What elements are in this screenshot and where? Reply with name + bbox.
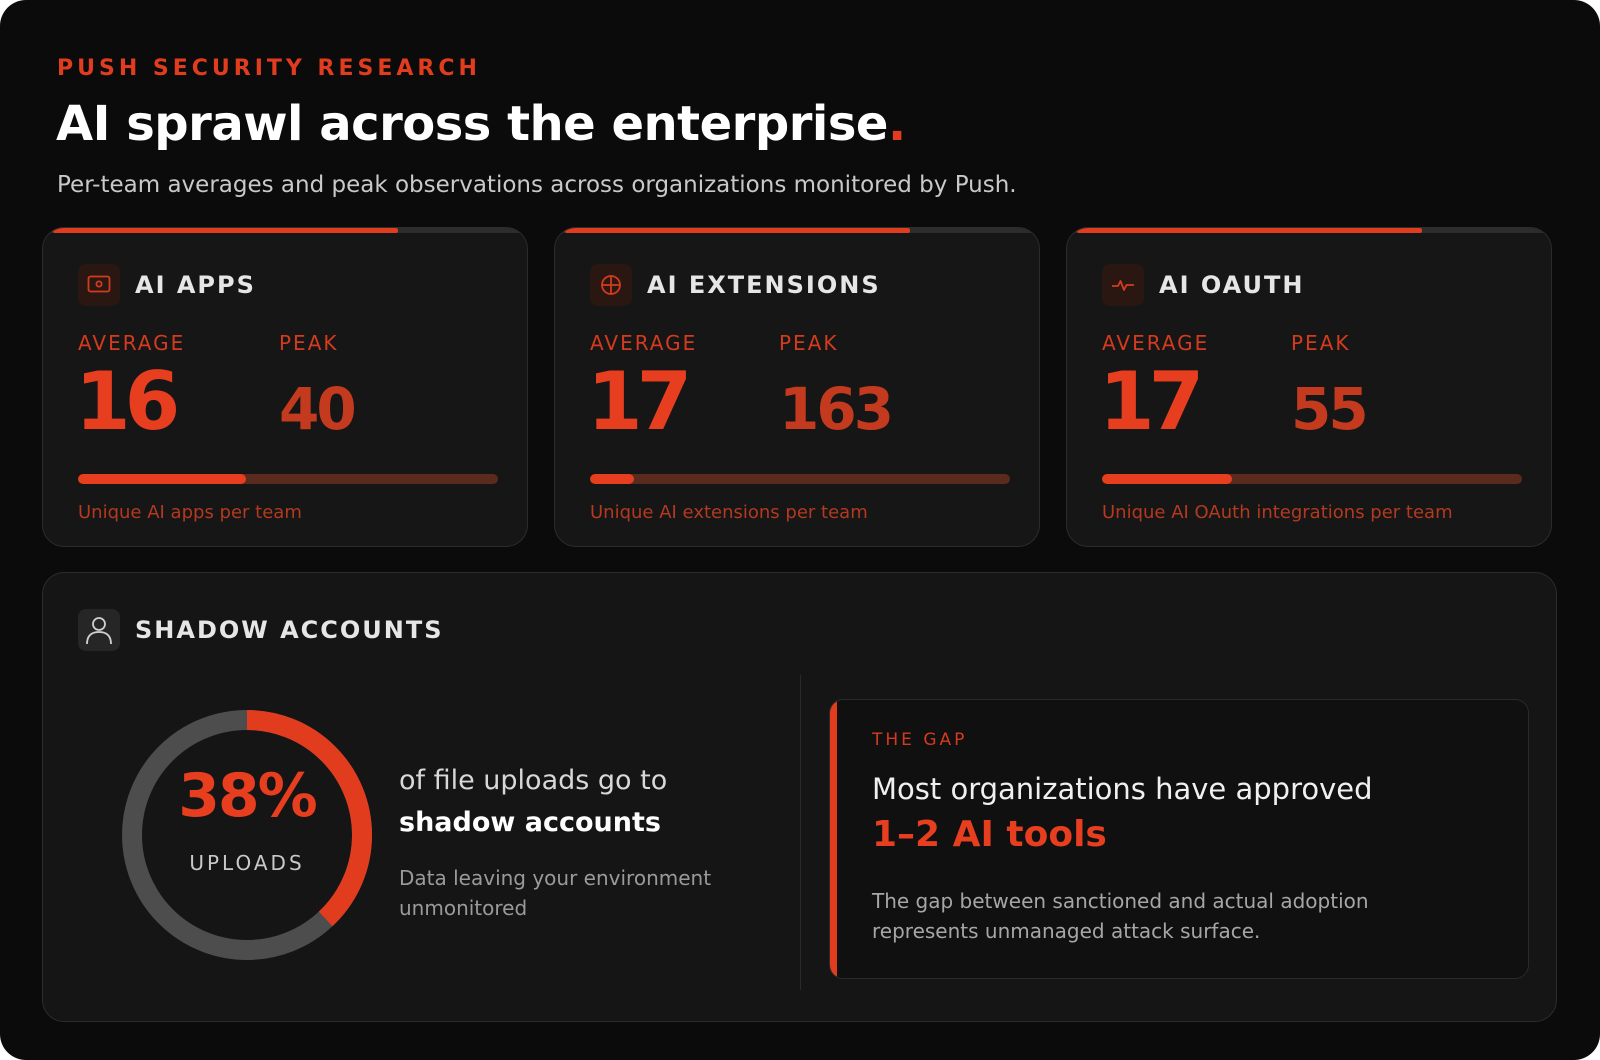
card-title: AI OAUTH: [1159, 271, 1305, 299]
gap-callout: THE GAP Most organizations have approved…: [829, 699, 1529, 979]
panel-title: SHADOW ACCOUNTS: [135, 616, 444, 644]
card-top-accent-fill: [1077, 228, 1422, 233]
pulse-icon: [1102, 264, 1144, 306]
card-title: AI EXTENSIONS: [647, 271, 881, 299]
callout-accent-bar: [830, 700, 837, 978]
average-bar-fill: [78, 474, 246, 484]
average-label: AVERAGE: [1102, 331, 1210, 355]
card-top-accent: [1067, 228, 1551, 233]
gap-highlight: 1–2 AI tools: [872, 814, 1107, 855]
card-caption: Unique AI extensions per team: [590, 502, 868, 523]
ai-extensions-card: AI EXTENSIONS AVERAGE PEAK 17 163 Unique…: [554, 227, 1040, 547]
eyebrow-label: PUSH SECURITY RESEARCH: [57, 56, 481, 81]
average-peak-bar: [1102, 474, 1522, 484]
title-dot: .: [887, 96, 906, 152]
user-icon: [78, 609, 120, 651]
average-label: AVERAGE: [78, 331, 186, 355]
peak-value: 55: [1291, 375, 1369, 443]
peak-label: PEAK: [279, 331, 339, 355]
peak-value: 40: [279, 375, 357, 443]
stat-description: Data leaving your environment unmonitore…: [399, 866, 712, 920]
average-peak-bar: [590, 474, 1010, 484]
uploads-donut-chart: [122, 710, 372, 960]
card-top-accent: [555, 228, 1039, 233]
average-value: 17: [587, 355, 692, 448]
gap-headline: Most organizations have approved: [872, 772, 1373, 806]
browser-window-icon: [78, 264, 120, 306]
average-bar-fill: [590, 474, 634, 484]
ai-apps-card: AI APPS AVERAGE PEAK 16 40 Unique AI app…: [42, 227, 528, 547]
average-value: 16: [75, 355, 180, 448]
page-subtitle: Per-team averages and peak observations …: [57, 172, 1017, 198]
average-bar-fill: [1102, 474, 1232, 484]
peak-value: 163: [779, 375, 894, 443]
peak-label: PEAK: [779, 331, 839, 355]
average-value: 17: [1099, 355, 1204, 448]
card-top-accent-fill: [53, 228, 398, 233]
gap-label: THE GAP: [872, 730, 968, 750]
stat-statement: of file uploads go to: [399, 765, 668, 796]
card-caption: Unique AI OAuth integrations per team: [1102, 502, 1453, 523]
average-label: AVERAGE: [590, 331, 698, 355]
vertical-divider: [800, 675, 801, 990]
uploads-percentage: 38%: [178, 761, 318, 831]
card-top-accent-fill: [565, 228, 910, 233]
card-caption: Unique AI apps per team: [78, 502, 302, 523]
shadow-accounts-panel: SHADOW ACCOUNTS 38% UPLOADS of file uplo…: [42, 572, 1557, 1022]
infographic-frame: PUSH SECURITY RESEARCH AI sprawl across …: [0, 0, 1600, 1060]
ai-oauth-card: AI OAUTH AVERAGE PEAK 17 55 Unique AI OA…: [1066, 227, 1552, 547]
peak-label: PEAK: [1291, 331, 1351, 355]
uploads-label: UPLOADS: [189, 851, 305, 875]
puzzle-extension-icon: [590, 264, 632, 306]
gap-description: The gap between sanctioned and actual ad…: [872, 889, 1369, 943]
page-title-text: AI sprawl across the enterprise: [56, 96, 888, 152]
page-title: AI sprawl across the enterprise.: [56, 96, 906, 152]
average-peak-bar: [78, 474, 498, 484]
card-title: AI APPS: [135, 271, 256, 299]
card-top-accent: [43, 228, 527, 233]
stat-emphasis: shadow accounts: [399, 807, 661, 838]
